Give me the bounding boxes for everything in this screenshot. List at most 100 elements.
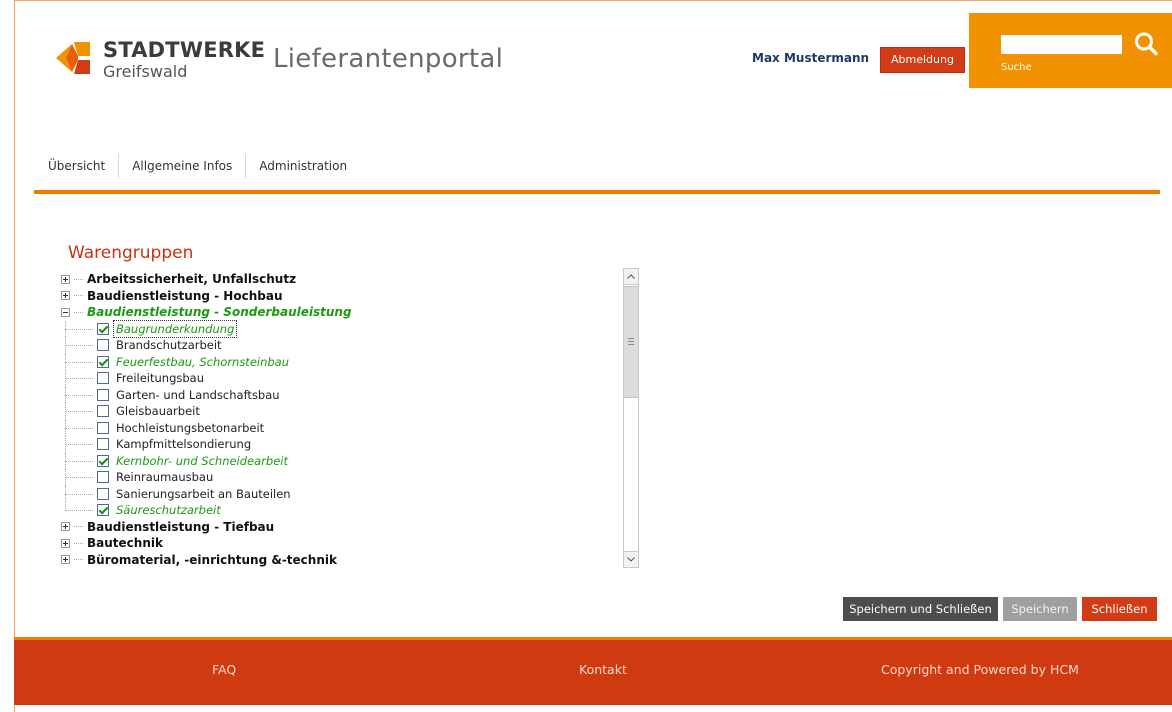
checkbox[interactable] bbox=[97, 339, 109, 351]
search-input[interactable] bbox=[1001, 35, 1122, 54]
footer-accent-line bbox=[14, 637, 1172, 640]
collapse-minus-icon[interactable] bbox=[61, 307, 70, 317]
category-tree: Arbeitssicherheit, Unfallschutz Baudiens… bbox=[60, 268, 640, 568]
tree-child-item[interactable]: Garten- und Landschaftsbau bbox=[60, 386, 620, 404]
nav-item-administration[interactable]: Administration bbox=[245, 154, 360, 178]
tree-child-label[interactable]: Reinraumausbau bbox=[116, 469, 213, 486]
tree-group-label[interactable]: Büromaterial, -einrichtung &-technik bbox=[87, 553, 337, 567]
tree-child-label[interactable]: Baugrunderkundung bbox=[112, 319, 238, 338]
footer-copyright-link[interactable]: Copyright and Powered by HCM bbox=[881, 662, 1079, 677]
tree-group-label[interactable]: Bautechnik bbox=[87, 536, 163, 550]
tree-child-item[interactable]: Freileitungsbau bbox=[60, 370, 620, 387]
tree-child-item[interactable]: Hochleistungsbetonarbeit bbox=[60, 419, 620, 437]
checkbox[interactable] bbox=[97, 372, 109, 384]
footer-contact-link[interactable]: Kontakt bbox=[579, 662, 627, 677]
footer: FAQ Kontakt Copyright and Powered by HCM bbox=[14, 637, 1172, 705]
save-button[interactable]: Speichern bbox=[1003, 597, 1077, 621]
checkbox-checked[interactable] bbox=[97, 355, 109, 368]
tree-child-item[interactable]: Feuerfestbau, Schornsteinbau bbox=[60, 353, 620, 371]
expand-plus-icon[interactable] bbox=[61, 274, 70, 284]
tree-connector bbox=[74, 542, 83, 544]
close-button[interactable]: Schließen bbox=[1082, 597, 1157, 621]
nav-item-uebersicht[interactable]: Übersicht bbox=[48, 154, 118, 178]
brand-city: Greifswald bbox=[103, 62, 188, 81]
stadtwerke-logo-icon[interactable] bbox=[52, 40, 94, 76]
brand-name: STADTWERKE bbox=[103, 38, 266, 62]
tree-child-label[interactable]: Brandschutzarbeit bbox=[116, 337, 222, 354]
scroll-thumb[interactable] bbox=[624, 286, 638, 398]
tree-group-expanded[interactable]: Baudienstleistung - Sonderbauleistung bbox=[60, 304, 620, 321]
tree-child-item[interactable]: Kampfmittelsondierung bbox=[60, 436, 620, 453]
tree-connector bbox=[74, 278, 83, 280]
tree-child-label[interactable]: Kampfmittelsondierung bbox=[116, 436, 251, 453]
tree-child-item[interactable]: Säureschutzarbeit bbox=[60, 502, 620, 519]
chevron-down-icon bbox=[627, 557, 635, 562]
tree-connector bbox=[65, 403, 93, 420]
tree-child-label[interactable]: Hochleistungsbetonarbeit bbox=[116, 420, 264, 437]
grip-icon bbox=[628, 338, 634, 345]
tree-connector bbox=[65, 485, 93, 502]
user-name[interactable]: Max Mustermann bbox=[752, 51, 869, 65]
tree-connector bbox=[65, 436, 93, 453]
tree-connector bbox=[65, 452, 93, 469]
tree-connector bbox=[65, 419, 93, 436]
tree-connector bbox=[74, 526, 83, 528]
checkbox[interactable] bbox=[97, 438, 109, 450]
tree-child-label[interactable]: Gleisbauarbeit bbox=[116, 403, 200, 420]
tree-child-label[interactable]: Säureschutzarbeit bbox=[116, 502, 221, 519]
tree-child-label[interactable]: Garten- und Landschaftsbau bbox=[116, 387, 280, 404]
checkbox[interactable] bbox=[97, 388, 109, 401]
scroll-down-button[interactable] bbox=[624, 551, 638, 567]
tree-group[interactable]: Baudienstleistung - Tiefbau bbox=[60, 519, 620, 536]
checkbox[interactable] bbox=[97, 487, 109, 500]
tree-connector bbox=[65, 386, 93, 403]
nav-divider bbox=[34, 190, 1160, 194]
expand-plus-icon[interactable] bbox=[61, 291, 70, 301]
search-icon[interactable] bbox=[1133, 31, 1159, 57]
tree-child-label[interactable]: Sanierungsarbeit an Bauteilen bbox=[116, 486, 291, 503]
tree-child-label[interactable]: Freileitungsbau bbox=[116, 370, 204, 387]
tree-child-item[interactable]: Baugrunderkundung bbox=[60, 319, 620, 338]
checkbox[interactable] bbox=[97, 421, 109, 434]
scroll-up-button[interactable] bbox=[624, 269, 638, 285]
tree-child-item[interactable]: Brandschutzarbeit bbox=[60, 337, 620, 354]
tree-connector bbox=[65, 320, 93, 337]
tree-connector bbox=[65, 469, 93, 486]
checkbox-checked[interactable] bbox=[97, 322, 109, 335]
tree-group[interactable]: Bautechnik bbox=[60, 535, 620, 552]
tree-group-label[interactable]: Baudienstleistung - Tiefbau bbox=[87, 520, 274, 534]
search-label: Suche bbox=[1001, 62, 1032, 73]
tree-connector bbox=[74, 311, 83, 313]
tree-group-label[interactable]: Baudienstleistung - Sonderbauleistung bbox=[87, 305, 352, 319]
tree-group[interactable]: Arbeitssicherheit, Unfallschutz bbox=[60, 271, 620, 288]
tree-group[interactable]: Baudienstleistung - Hochbau bbox=[60, 288, 620, 305]
tree-child-item[interactable]: Gleisbauarbeit bbox=[60, 403, 620, 420]
checkbox-checked[interactable] bbox=[97, 454, 109, 467]
logout-button[interactable]: Abmeldung bbox=[880, 47, 965, 73]
checkbox-checked[interactable] bbox=[97, 504, 109, 516]
tree-group-label[interactable]: Arbeitssicherheit, Unfallschutz bbox=[87, 272, 296, 286]
tree-group-label[interactable]: Baudienstleistung - Hochbau bbox=[87, 289, 282, 303]
checkbox[interactable] bbox=[97, 471, 109, 483]
tree-child-label[interactable]: Feuerfestbau, Schornsteinbau bbox=[116, 354, 289, 371]
tree-child-item[interactable]: Reinraumausbau bbox=[60, 469, 620, 486]
tree-child-label[interactable]: Kernbohr- und Schneidearbeit bbox=[116, 453, 288, 470]
tree-child-item[interactable]: Kernbohr- und Schneidearbeit bbox=[60, 452, 620, 470]
checkbox[interactable] bbox=[97, 405, 109, 417]
tree-group[interactable]: Büromaterial, -einrichtung &-technik bbox=[60, 552, 620, 569]
expand-plus-icon[interactable] bbox=[61, 555, 70, 565]
portal-title: Lieferantenportal bbox=[273, 44, 504, 74]
expand-plus-icon[interactable] bbox=[61, 538, 70, 548]
chevron-up-icon bbox=[627, 274, 635, 279]
tree-child-item[interactable]: Sanierungsarbeit an Bauteilen bbox=[60, 485, 620, 503]
search-panel: Suche bbox=[969, 13, 1172, 88]
tree-connector bbox=[74, 559, 83, 561]
save-and-close-button[interactable]: Speichern und Schließen bbox=[843, 597, 998, 621]
expand-plus-icon[interactable] bbox=[61, 522, 70, 532]
nav-item-allgemeine-infos[interactable]: Allgemeine Infos bbox=[118, 154, 245, 178]
main-navigation: Übersicht Allgemeine Infos Administratio… bbox=[48, 154, 360, 178]
footer-faq-link[interactable]: FAQ bbox=[212, 662, 236, 677]
tree-connector bbox=[65, 502, 93, 519]
tree-scrollbar[interactable] bbox=[623, 268, 639, 568]
section-title: Warengruppen bbox=[68, 243, 194, 263]
